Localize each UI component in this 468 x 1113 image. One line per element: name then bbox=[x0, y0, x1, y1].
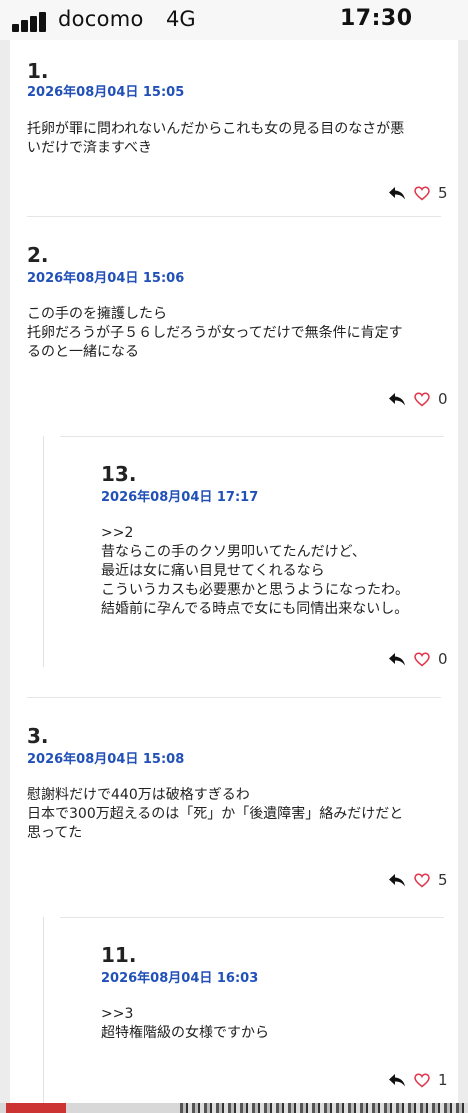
comment-line: こういうカスも必要悪かと思うようになったわ。 bbox=[101, 582, 409, 598]
comment-date: 2026年08月04日 17:17 bbox=[101, 490, 259, 505]
comment-line: >>2 bbox=[101, 525, 134, 541]
like-count: 5 bbox=[438, 184, 448, 202]
comment-line: いだけで済ますべき bbox=[27, 140, 153, 156]
signal-strength-icon bbox=[12, 10, 52, 32]
comment-line: るのと一緒になる bbox=[27, 344, 139, 360]
comment-line: 日本で300万超えるのは「死」か「後遺障害」絡みだけだと bbox=[27, 806, 404, 822]
comment-body: >>3 超特権階級の女様ですから bbox=[101, 1005, 269, 1043]
heart-outline-icon[interactable] bbox=[414, 186, 430, 201]
comment-actions: 5 bbox=[388, 870, 448, 890]
comment-number: 1. bbox=[27, 59, 49, 83]
comment-number: 3. bbox=[27, 724, 49, 748]
comment-body: この手のを擁護したら 托卵だろうが子５６しだろうが女ってだけで無条件に肯定す る… bbox=[27, 305, 403, 362]
comment-body: 慰謝料だけで440万は破格すぎるわ 日本で300万超えるのは「死」か「後遺障害」… bbox=[27, 786, 403, 843]
banner-logo bbox=[6, 1103, 66, 1113]
heart-outline-icon[interactable] bbox=[414, 873, 430, 888]
divider bbox=[27, 697, 441, 698]
comment-body: >>2 昔ならこの手のクソ男叩いてたんだけど、 最近は女に痛い目見せてくれるなら… bbox=[101, 524, 409, 619]
heart-outline-icon[interactable] bbox=[414, 392, 430, 407]
comment-number: 13. bbox=[101, 462, 137, 486]
divider bbox=[60, 917, 444, 918]
banner-image bbox=[180, 1103, 468, 1113]
reply-thread-line bbox=[43, 917, 44, 1113]
network-type: 4G bbox=[166, 7, 196, 31]
comment-date: 2026年08月04日 16:03 bbox=[101, 971, 259, 986]
comment-number: 11. bbox=[101, 943, 137, 967]
banner-ad-strip[interactable] bbox=[0, 1103, 468, 1113]
comment-date: 2026年08月04日 15:05 bbox=[27, 85, 185, 100]
comment-number: 2. bbox=[27, 243, 49, 267]
comment-line: 托卵が罪に問われないんだからこれも女の見る目のなさが悪 bbox=[27, 121, 405, 137]
comment-line: 超特権階級の女様ですから bbox=[101, 1025, 269, 1041]
reply-arrow-icon[interactable] bbox=[388, 1072, 406, 1088]
comment-line: 結婚前に孕んでる時点で女にも同情出来ないし。 bbox=[101, 601, 409, 617]
reply-arrow-icon[interactable] bbox=[388, 651, 406, 667]
reply-thread-line bbox=[43, 436, 44, 667]
comment-line: >>3 bbox=[101, 1006, 134, 1022]
comment-actions: 5 bbox=[388, 183, 448, 203]
divider bbox=[60, 436, 444, 437]
status-bar: docomo 4G 17:30 bbox=[0, 0, 468, 40]
reply-arrow-icon[interactable] bbox=[388, 391, 406, 407]
status-time: 17:30 bbox=[340, 6, 413, 31]
comment-line: この手のを擁護したら bbox=[27, 306, 167, 322]
comment-actions: 0 bbox=[388, 649, 448, 669]
reply-arrow-icon[interactable] bbox=[388, 185, 406, 201]
like-count: 0 bbox=[438, 650, 448, 668]
heart-outline-icon[interactable] bbox=[414, 652, 430, 667]
comment-line: 昔ならこの手のクソ男叩いてたんだけど、 bbox=[101, 544, 366, 560]
comment-body: 托卵が罪に問われないんだからこれも女の見る目のなさが悪 いだけで済ますべき bbox=[27, 120, 404, 158]
comment-line: 托卵だろうが子５６しだろうが女ってだけで無条件に肯定す bbox=[27, 325, 403, 341]
comment-actions: 1 bbox=[388, 1070, 448, 1090]
comment-line: 思ってた bbox=[27, 825, 83, 841]
comment-date: 2026年08月04日 15:08 bbox=[27, 752, 185, 767]
divider bbox=[27, 216, 441, 217]
like-count: 1 bbox=[438, 1071, 448, 1089]
comment-actions: 0 bbox=[388, 389, 448, 409]
carrier-name: docomo bbox=[58, 7, 144, 31]
reply-arrow-icon[interactable] bbox=[388, 872, 406, 888]
like-count: 0 bbox=[438, 390, 448, 408]
comment-line: 最近は女に痛い目見せてくれるなら bbox=[101, 563, 325, 579]
comment-list: 1. 2026年08月04日 15:05 托卵が罪に問われないんだからこれも女の… bbox=[10, 40, 458, 1113]
heart-outline-icon[interactable] bbox=[414, 1073, 430, 1088]
like-count: 5 bbox=[438, 871, 448, 889]
comment-date: 2026年08月04日 15:06 bbox=[27, 271, 185, 286]
comment-line: 慰謝料だけで440万は破格すぎるわ bbox=[27, 787, 250, 803]
